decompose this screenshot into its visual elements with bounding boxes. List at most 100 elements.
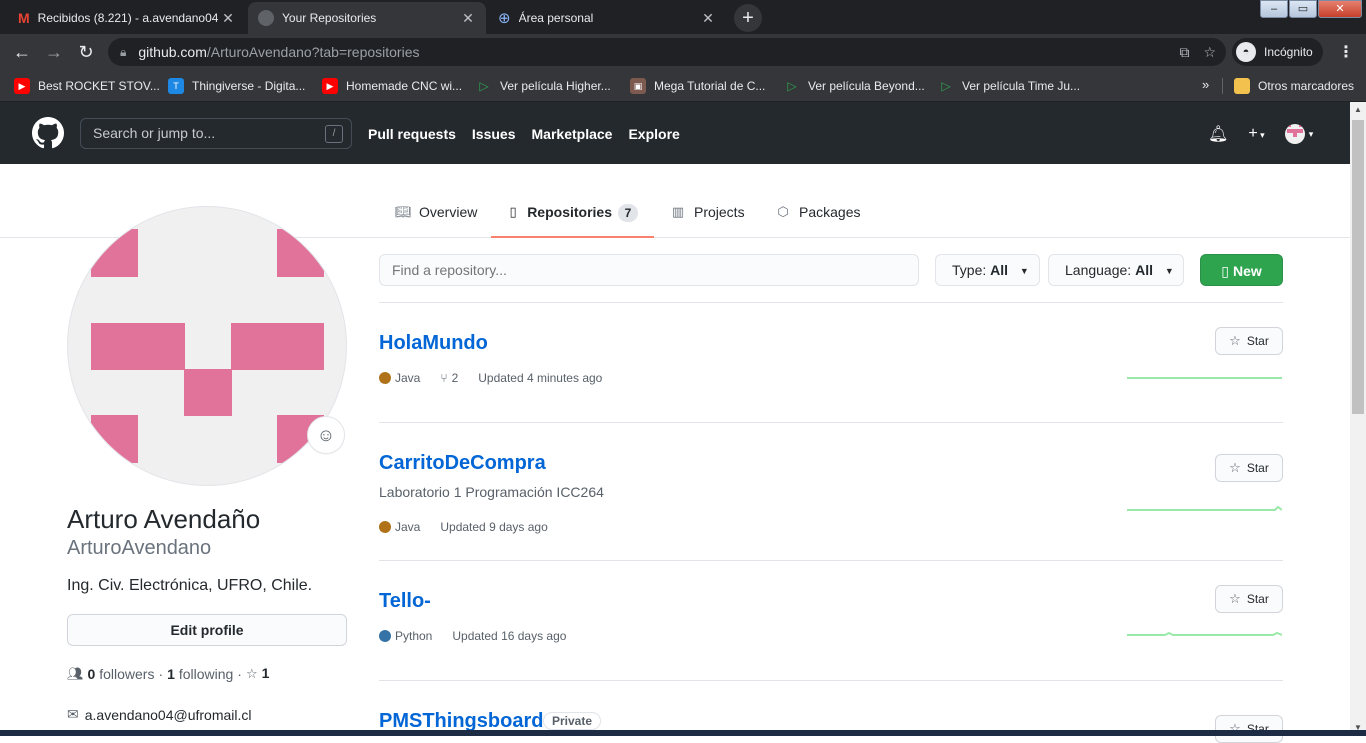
type-filter-dropdown[interactable]: Type: All ▼ <box>935 254 1040 286</box>
repo-meta: Java ⑂ 2 Updated 4 minutes ago <box>379 371 602 385</box>
new-repository-button[interactable]: ▯ New <box>1200 254 1283 286</box>
tab-strip: M Recibidos (8.221) - a.avendano04 ✕ You… <box>0 0 1366 34</box>
bookmark-item[interactable]: ▷ Ver película Beyond... <box>784 77 925 95</box>
scroll-up-icon[interactable]: ▲ <box>1350 102 1366 118</box>
package-icon: ⬡ <box>777 204 789 219</box>
filter-label: Language: <box>1065 262 1132 278</box>
tab-title: Your Repositories <box>282 11 377 25</box>
tab-packages[interactable]: ⬡ Packages <box>759 204 876 238</box>
filter-value: All <box>1135 262 1153 278</box>
plus-dropdown-icon[interactable]: + ▾ <box>1248 125 1264 143</box>
github-logo-icon[interactable] <box>32 117 64 149</box>
bookmark-star-icon[interactable]: ☆ <box>1203 44 1216 61</box>
page-scrollbar[interactable]: ▲ ▼ <box>1350 102 1366 736</box>
activity-sparkline <box>1127 377 1282 379</box>
tab-overview[interactable]: 📖︎ Overview <box>379 204 493 238</box>
maximize-button[interactable]: ▭ <box>1289 0 1317 18</box>
close-icon[interactable]: ✕ <box>700 10 716 26</box>
github-icon <box>258 10 274 26</box>
omnibox-actions: ⧉ ☆ <box>1179 44 1216 61</box>
repo-name-link[interactable]: CarritoDeCompra <box>379 452 546 475</box>
bookmark-label: Homemade CNC wi... <box>346 79 463 93</box>
url-path: /ArturoAvendano?tab=repositories <box>206 44 420 60</box>
star-button[interactable]: ☆ Star <box>1215 585 1283 613</box>
incognito-indicator[interactable]: ◓ Incógnito <box>1232 38 1323 66</box>
repo-name-link[interactable]: Tello- <box>379 590 431 613</box>
star-label: Star <box>1246 334 1269 348</box>
followers-link[interactable]: 0 followers <box>88 666 155 682</box>
repo-updated: Updated 9 days ago <box>440 520 548 534</box>
new-tab-button[interactable]: + <box>734 4 762 32</box>
star-button[interactable]: ☆ Star <box>1215 454 1283 482</box>
tab-area-personal[interactable]: ⊕ Área personal ✕ <box>488 2 726 34</box>
repo-name-link[interactable]: HolaMundo <box>379 332 488 355</box>
filter-label: Type: <box>952 262 987 278</box>
caret-down-icon: ▼ <box>1164 266 1174 277</box>
nav-issues[interactable]: Issues <box>472 126 516 142</box>
repo-list-item: CarritoDeCompra Laboratorio 1 Programaci… <box>379 423 1283 561</box>
back-button[interactable]: ← <box>10 40 34 64</box>
bell-icon[interactable]: 🔔︎ <box>1208 124 1228 144</box>
youtube-icon: ▶ <box>322 78 338 94</box>
edit-profile-button[interactable]: Edit profile <box>67 614 347 646</box>
user-menu[interactable]: ▾ <box>1284 124 1313 144</box>
scrollbar-thumb[interactable] <box>1352 120 1364 414</box>
browser-menu-icon[interactable]: ⋮ <box>1338 42 1354 62</box>
nav-pull-requests[interactable]: Pull requests <box>368 126 456 142</box>
tab-title: Recibidos (8.221) - a.avendano04 <box>37 11 219 25</box>
star-icon: ☆ <box>1229 460 1241 475</box>
set-status-button[interactable]: ☺ <box>307 416 345 454</box>
profile-avatar[interactable] <box>67 206 347 486</box>
other-bookmarks-folder[interactable]: Otros marcadores <box>1234 77 1354 95</box>
bookmark-item[interactable]: ▷ Ver película Higher... <box>476 77 610 95</box>
search-placeholder: Search or jump to... <box>93 125 216 141</box>
bookmarks-overflow-button[interactable]: » <box>1202 77 1209 92</box>
activity-sparkline <box>1127 631 1282 636</box>
reload-button[interactable]: ↻ <box>74 40 98 64</box>
github-search-input[interactable]: Search or jump to... / <box>80 118 352 149</box>
find-repository-input[interactable] <box>379 254 919 286</box>
nav-marketplace[interactable]: Marketplace <box>532 126 613 142</box>
tab-projects[interactable]: ▥ Projects <box>654 204 761 238</box>
tab-your-repositories[interactable]: Your Repositories ✕ <box>248 2 486 34</box>
bookmark-item[interactable]: ▶ Best ROCKET STOV... <box>14 77 160 95</box>
tab-title: Área personal <box>518 11 594 25</box>
bookmark-label: Otros marcadores <box>1258 79 1355 93</box>
following-link[interactable]: 1 following <box>167 666 233 682</box>
address-bar[interactable]: 🔒︎ github.com /ArturoAvendano?tab=reposi… <box>108 38 1226 66</box>
repo-count-badge: 7 <box>618 204 638 222</box>
forward-button[interactable]: → <box>42 40 66 64</box>
close-icon[interactable]: ✕ <box>460 10 476 26</box>
repo-description: Laboratorio 1 Programación ICC264 <box>379 484 604 500</box>
repo-updated: Updated 16 days ago <box>452 629 567 643</box>
nav-explore[interactable]: Explore <box>628 126 679 142</box>
repo-icon: ▯ <box>1221 263 1229 279</box>
window-close-button[interactable]: ✕ <box>1318 0 1362 18</box>
fork-icon[interactable]: ⑂ <box>440 371 447 385</box>
profile-email[interactable]: ✉ a.avendano04@ufromail.cl <box>67 706 252 723</box>
bookmark-item[interactable]: ▣ Mega Tutorial de C... <box>630 77 765 95</box>
close-icon[interactable]: ✕ <box>220 10 236 26</box>
bookmark-item[interactable]: T Thingiverse - Digita... <box>168 77 305 95</box>
bookmark-item[interactable]: ▷ Ver película Time Ju... <box>938 77 1080 95</box>
repo-forks[interactable]: 2 <box>452 371 459 385</box>
lock-icon: 🔒︎ <box>120 44 127 59</box>
bookmark-label: Ver película Beyond... <box>808 79 925 93</box>
profile-bio: Ing. Civ. Electrónica, UFRO, Chile. <box>67 577 313 594</box>
star-button[interactable]: ☆ Star <box>1215 715 1283 743</box>
bookmark-item[interactable]: ▶ Homemade CNC wi... <box>322 77 462 95</box>
repo-meta: Python Updated 16 days ago <box>379 629 566 643</box>
translate-icon[interactable]: ⧉ <box>1179 44 1189 61</box>
star-icon: ☆ <box>1229 333 1241 348</box>
activity-sparkline <box>1127 505 1282 511</box>
following-count: 1 <box>167 665 175 682</box>
repo-language: Python <box>395 629 433 643</box>
tab-repositories[interactable]: ▯ Repositories 7 <box>491 204 654 238</box>
minimize-button[interactable]: ‒ <box>1260 0 1288 18</box>
bookmark-label: Mega Tutorial de C... <box>654 79 766 93</box>
language-filter-dropdown[interactable]: Language: All ▼ <box>1048 254 1184 286</box>
private-badge: Private <box>543 712 602 730</box>
star-button[interactable]: ☆ Star <box>1215 327 1283 355</box>
stars-link[interactable]: ☆ 1 <box>246 665 269 682</box>
tab-gmail[interactable]: M Recibidos (8.221) - a.avendano04 ✕ <box>8 2 246 34</box>
